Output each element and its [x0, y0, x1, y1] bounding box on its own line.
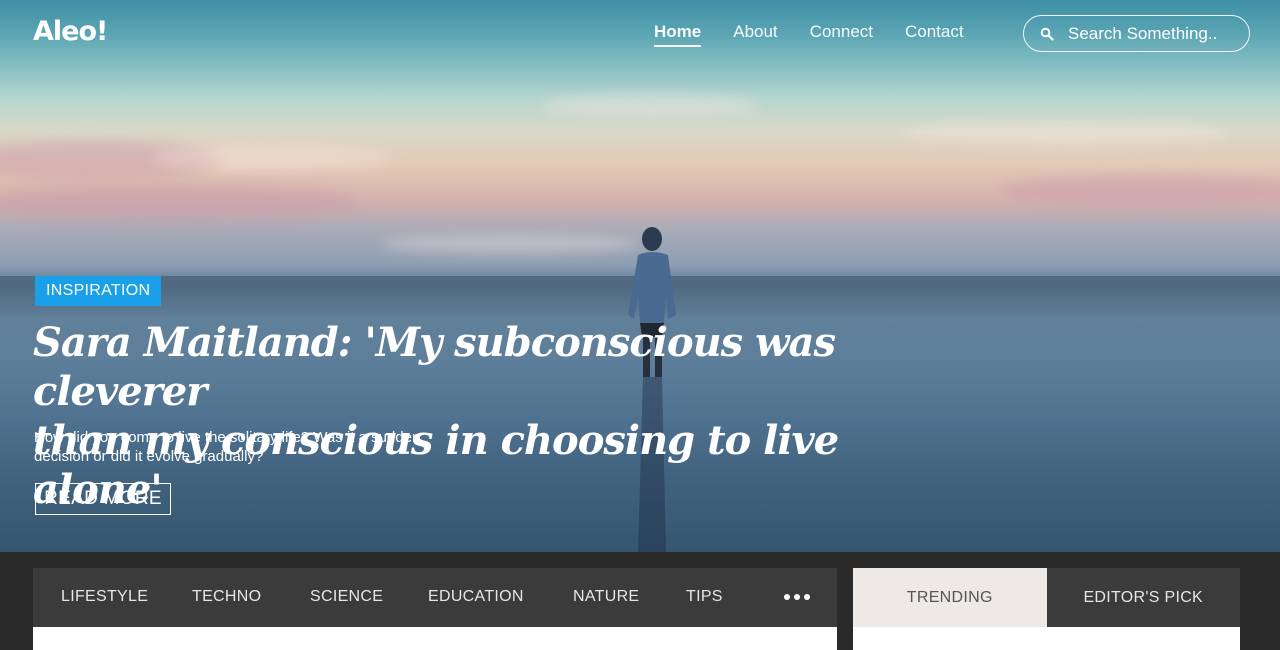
- article-list-area: [33, 627, 837, 650]
- sidebar-tabs: TRENDING EDITOR'S PICK: [853, 568, 1240, 627]
- category-education[interactable]: EDUCATION: [428, 588, 524, 606]
- category-badge[interactable]: INSPIRATION: [35, 276, 162, 306]
- category-techno[interactable]: TECHNO: [192, 588, 261, 606]
- sidebar-content-area: [853, 627, 1240, 650]
- category-nature[interactable]: NATURE: [573, 588, 639, 606]
- read-more-button[interactable]: READ MORE: [35, 483, 171, 515]
- category-science[interactable]: SCIENCE: [310, 588, 383, 606]
- nav-connect[interactable]: Connect: [810, 22, 873, 47]
- headline-line-1: Sara Maitland: 'My subconscious was clev…: [33, 319, 836, 415]
- search-box[interactable]: [1023, 15, 1250, 52]
- nav-contact[interactable]: Contact: [905, 22, 964, 47]
- article-excerpt: How did you come to live the solitary li…: [34, 429, 421, 465]
- search-icon: [1040, 27, 1054, 41]
- more-dots-icon[interactable]: [784, 594, 810, 600]
- category-lifestyle[interactable]: LIFESTYLE: [61, 588, 148, 606]
- nav-home[interactable]: Home: [654, 22, 702, 47]
- tab-editors-pick[interactable]: EDITOR'S PICK: [1046, 568, 1240, 627]
- hero-cloud: [1000, 175, 1280, 205]
- site-logo[interactable]: Aleo!: [33, 16, 108, 47]
- hero-cloud: [900, 120, 1230, 145]
- tab-trending[interactable]: TRENDING: [853, 568, 1047, 627]
- search-input[interactable]: [1068, 23, 1238, 44]
- hero-cloud: [540, 95, 760, 117]
- category-tips[interactable]: TIPS: [686, 588, 723, 606]
- hero-cloud: [150, 145, 390, 170]
- nav-about[interactable]: About: [733, 22, 777, 47]
- main-nav: Home About Connect Contact: [654, 22, 964, 47]
- category-bar: LIFESTYLE TECHNO SCIENCE EDUCATION NATUR…: [33, 568, 837, 627]
- hero-cloud: [0, 185, 360, 220]
- hero-cloud: [380, 235, 640, 253]
